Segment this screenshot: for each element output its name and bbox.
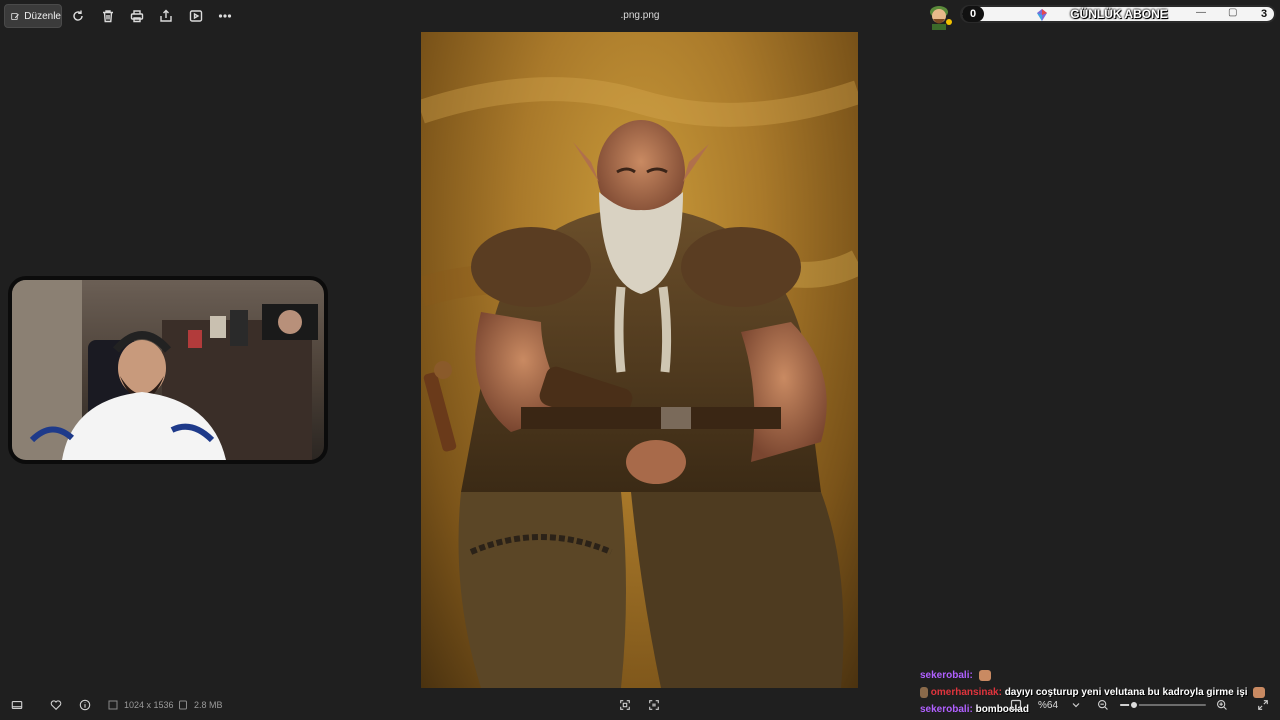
delete-icon <box>103 10 113 23</box>
fullscreen-button[interactable] <box>1255 697 1271 713</box>
zoom-level-dropdown[interactable]: %64 <box>1034 697 1090 713</box>
actual-size-button[interactable] <box>646 697 662 713</box>
zoom-slider-thumb[interactable] <box>1128 700 1139 710</box>
fit-zoom-icon[interactable] <box>1010 699 1022 711</box>
expand-icon <box>1258 700 1268 710</box>
fit-to-window-button[interactable] <box>617 697 633 713</box>
warrior-painting <box>421 77 858 688</box>
more-icon <box>218 14 232 18</box>
print-button[interactable] <box>127 6 147 26</box>
goal-title: GÜNLÜK ABONE <box>1070 7 1168 21</box>
zoom-level: %64 <box>1038 699 1059 711</box>
dimensions-icon <box>108 700 118 710</box>
window-title: .png.png <box>620 10 660 21</box>
overlay-maximize: ▢ <box>1228 7 1238 18</box>
favorite-button[interactable] <box>48 697 64 713</box>
delete-button[interactable] <box>98 6 118 26</box>
goal-current-count: 0 <box>962 6 984 22</box>
main-image[interactable] <box>421 32 858 688</box>
fit-screen-icon <box>620 700 630 710</box>
mascot-icon <box>930 6 952 30</box>
share-button[interactable] <box>156 6 176 26</box>
chat-username: omerhansinak: <box>930 687 1002 699</box>
edit-button-label: Düzenle <box>24 10 61 22</box>
rotate-button[interactable] <box>68 6 88 26</box>
actual-size-icon <box>649 700 659 710</box>
zoom-in-button[interactable] <box>1214 697 1230 713</box>
info-icon <box>79 699 91 711</box>
slideshow-button[interactable] <box>186 6 206 26</box>
heart-icon <box>50 700 62 711</box>
zoom-in-icon <box>1216 699 1227 710</box>
goal-target-count: 3 <box>1260 8 1268 20</box>
share-icon <box>160 9 172 22</box>
rotate-icon <box>73 10 83 21</box>
info-button[interactable] <box>77 697 93 713</box>
slideshow-icon <box>189 10 203 22</box>
chat-message: sekerobali: <box>920 670 991 681</box>
gem-icon <box>1037 9 1047 21</box>
badge-icon <box>920 687 928 698</box>
filmstrip-button[interactable] <box>9 697 25 713</box>
overlay-minimize: — <box>1196 7 1206 18</box>
print-icon <box>130 10 144 23</box>
webcam-feed <box>12 280 318 460</box>
filmstrip-icon <box>11 701 23 709</box>
filesize-icon <box>179 700 187 710</box>
image-dimensions: 1024 x 1536 <box>124 700 174 710</box>
chevron-down-icon <box>1072 703 1080 708</box>
zoom-out-button[interactable] <box>1095 697 1111 713</box>
chat-username: sekerobali: <box>920 704 973 715</box>
zoom-out-icon <box>1097 699 1108 710</box>
edit-icon <box>11 12 19 20</box>
more-button[interactable] <box>215 6 235 26</box>
emote-icon <box>978 670 991 681</box>
chat-username: sekerobali: <box>920 670 973 682</box>
webcam-overlay <box>8 276 328 464</box>
edit-button[interactable]: Düzenle <box>4 4 62 28</box>
file-size: 2.8 MB <box>194 700 223 710</box>
